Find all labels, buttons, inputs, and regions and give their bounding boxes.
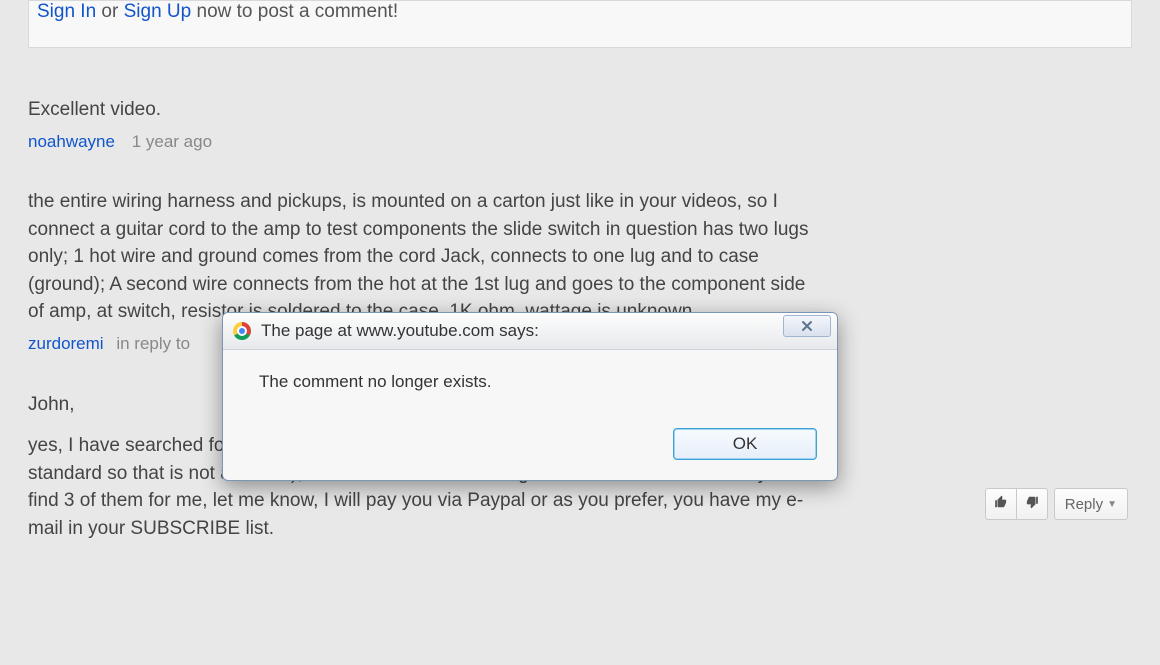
thumbs-up-icon [994, 495, 1008, 513]
comment-author-link[interactable]: zurdoremi [28, 334, 104, 353]
sign-in-link[interactable]: Sign In [37, 1, 96, 22]
dialog-footer: OK [223, 418, 837, 480]
signin-rest: now to post a comment! [191, 1, 398, 22]
signin-sep: or [96, 1, 123, 22]
chrome-icon [233, 322, 251, 340]
comment-actions-bar: Reply ▼ [985, 488, 1128, 520]
vote-buttons [985, 488, 1048, 520]
reply-button[interactable]: Reply ▼ [1054, 488, 1128, 520]
dialog-title: The page at www.youtube.com says: [261, 321, 539, 341]
comment-meta: noahwayne 1 year ago [28, 130, 1132, 155]
close-icon [800, 320, 814, 332]
comment: Excellent video. noahwayne 1 year ago [28, 96, 1132, 154]
comment-timestamp: 1 year ago [132, 132, 212, 151]
reply-button-label: Reply [1065, 496, 1103, 513]
sign-up-link[interactable]: Sign Up [124, 1, 192, 22]
comment-author-link[interactable]: noahwayne [28, 132, 115, 151]
thumbs-up-button[interactable] [985, 488, 1016, 520]
ok-button[interactable]: OK [673, 428, 817, 460]
thumbs-down-icon [1025, 495, 1039, 513]
dialog-message: The comment no longer exists. [223, 350, 837, 418]
in-reply-to-label: in reply to [116, 334, 190, 353]
dialog-close-button[interactable] [783, 315, 831, 337]
alert-dialog: The page at www.youtube.com says: The co… [222, 312, 838, 481]
signin-prompt-box: Sign In or Sign Up now to post a comment… [28, 0, 1132, 48]
comment-text: Excellent video. [28, 96, 1132, 124]
comment-text: the entire wiring harness and pickups, i… [28, 188, 818, 326]
thumbs-down-button[interactable] [1016, 488, 1048, 520]
dialog-titlebar: The page at www.youtube.com says: [223, 313, 837, 350]
chevron-down-icon: ▼ [1107, 499, 1117, 510]
